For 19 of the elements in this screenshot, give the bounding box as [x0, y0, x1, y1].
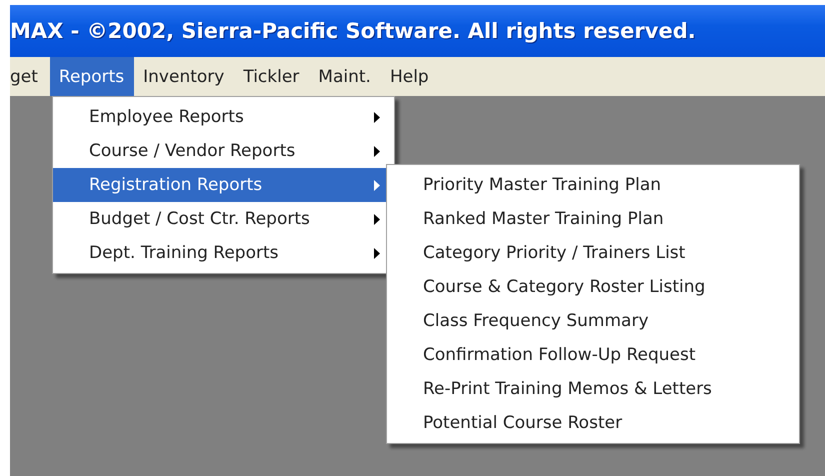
submenu-arrow-icon: [374, 112, 380, 122]
menu-bar-item[interactable]: Reports: [50, 57, 134, 96]
menu-bar-item[interactable]: Tickler: [234, 57, 310, 96]
menu-bar-item[interactable]: Inventory: [134, 57, 234, 96]
menu-item[interactable]: Course / Vendor Reports: [53, 134, 394, 168]
menu-item[interactable]: Employee Reports: [53, 100, 394, 134]
menu-item[interactable]: Class Frequency Summary: [387, 304, 799, 338]
menu-item[interactable]: Re-Print Training Memos & Letters: [387, 372, 799, 406]
window-title: MAX - ©2002, Sierra-Pacific Software. All rights reserved.: [10, 19, 696, 43]
menu-bar-item[interactable]: get: [10, 57, 48, 96]
submenu-arrow-icon: [374, 180, 380, 190]
submenu-arrow-icon: [374, 146, 380, 156]
submenu-arrow-icon: [374, 248, 380, 258]
menu-bar-item[interactable]: Help: [380, 57, 439, 96]
menu-item[interactable]: Potential Course Roster: [387, 406, 799, 440]
menu-bar-item[interactable]: Maint.: [309, 57, 381, 96]
menu-item[interactable]: Course & Category Roster Listing: [387, 270, 799, 304]
submenu-arrow-icon: [374, 214, 380, 224]
menu-item[interactable]: Confirmation Follow-Up Request: [387, 338, 799, 372]
